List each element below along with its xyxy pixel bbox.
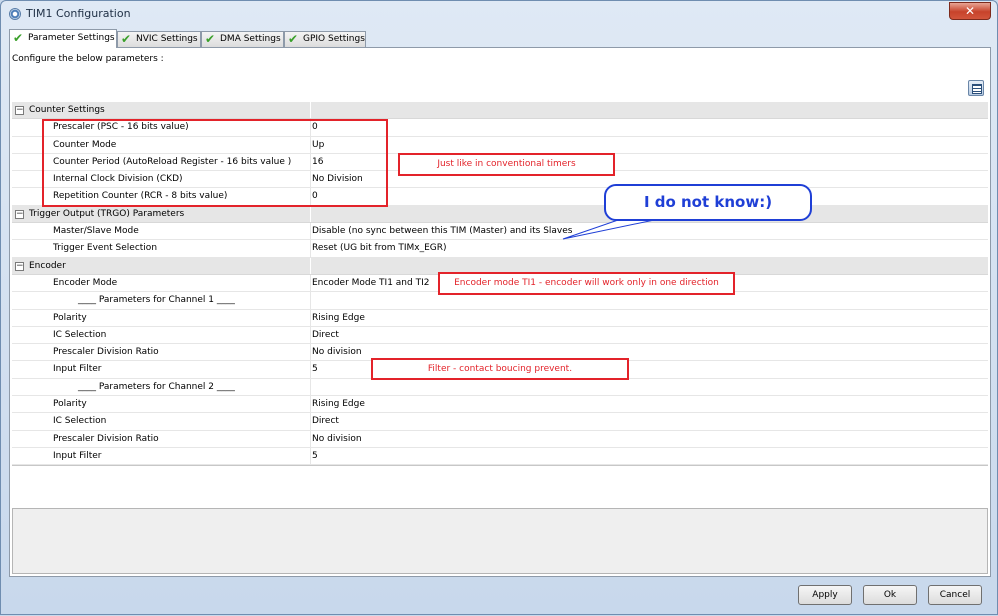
column-divider	[310, 102, 311, 119]
property-row-ch1-polarity[interactable]: Polarity Rising Edge	[12, 309, 988, 327]
property-name: ____ Parameters for Channel 1 ____	[78, 295, 235, 306]
tab-label: DMA Settings	[220, 34, 281, 44]
property-value[interactable]: Rising Edge	[312, 399, 365, 409]
property-name: Input Filter	[53, 450, 102, 461]
property-row-master-slave-mode[interactable]: Master/Slave Mode Disable (no sync betwee…	[12, 223, 988, 241]
check-icon: ✔	[205, 32, 216, 46]
column-divider	[310, 396, 311, 413]
property-value[interactable]: Direct	[312, 330, 339, 340]
tab-dma-settings[interactable]: ✔ DMA Settings	[201, 31, 284, 47]
property-name: Prescaler Division Ratio	[53, 433, 159, 444]
category-title: Counter Settings	[29, 105, 105, 115]
property-value[interactable]: 5	[312, 451, 318, 461]
annotation-timers-note: Just like in conventional timers	[398, 153, 615, 176]
property-name: IC Selection	[53, 329, 107, 340]
property-name: Input Filter	[53, 364, 102, 375]
close-button[interactable]: ✕	[949, 2, 991, 20]
property-row-trigger-event[interactable]: Trigger Event Selection Reset (UG bit fro…	[12, 240, 988, 258]
category-title: Trigger Output (TRGO) Parameters	[29, 208, 185, 219]
property-row-ch2-input-filter[interactable]: Input Filter 5	[12, 447, 988, 465]
column-divider	[310, 274, 311, 292]
property-value[interactable]: No division	[312, 347, 362, 357]
column-divider	[310, 223, 311, 240]
property-value[interactable]: Reset (UG bit from TIMx_EGR)	[312, 243, 447, 253]
title-bar[interactable]: TIM1 Configuration ✕	[1, 1, 997, 27]
property-row-ch2-polarity[interactable]: Polarity Rising Edge	[12, 396, 988, 414]
column-divider	[310, 413, 311, 430]
column-divider	[310, 205, 311, 223]
apply-button[interactable]: Apply	[798, 585, 852, 605]
tab-nvic-settings[interactable]: ✔ NVIC Settings	[117, 31, 201, 47]
column-divider	[310, 326, 311, 344]
ok-button[interactable]: Ok	[863, 585, 917, 605]
tab-gpio-settings[interactable]: ✔ GPIO Settings	[284, 31, 366, 47]
callout-bubble: I do not know:)	[604, 184, 812, 221]
tab-label: GPIO Settings	[303, 34, 365, 44]
tab-parameter-settings[interactable]: ✔ Parameter Settings	[9, 29, 117, 48]
column-divider	[310, 378, 311, 396]
property-name: Encoder Mode	[53, 277, 118, 288]
tim1-configuration-dialog: TIM1 Configuration ✕ ✔ Parameter Setting…	[0, 0, 998, 615]
collapse-icon[interactable]: −	[15, 106, 24, 115]
property-value[interactable]: No division	[312, 434, 362, 444]
category-counter-settings[interactable]: − Counter Settings	[12, 102, 988, 120]
check-icon: ✔	[288, 32, 299, 46]
toggle-description-icon[interactable]	[968, 80, 984, 96]
annotation-encoder-note: Encoder mode TI1 - encoder will work onl…	[438, 272, 735, 295]
column-divider	[310, 240, 311, 257]
property-value[interactable]: Direct	[312, 416, 339, 426]
column-divider	[310, 344, 311, 361]
property-value[interactable]: Rising Edge	[312, 313, 365, 323]
column-divider	[310, 292, 311, 309]
window-title: TIM1 Configuration	[26, 7, 131, 20]
property-name: Polarity	[53, 312, 87, 323]
property-value[interactable]: 5	[312, 364, 318, 374]
property-row-ch1-ic-selection[interactable]: IC Selection Direct	[12, 326, 988, 345]
property-name: Polarity	[53, 399, 87, 410]
property-value[interactable]: Encoder Mode TI1 and TI2	[312, 278, 429, 288]
description-area	[12, 508, 988, 574]
property-name: ____ Parameters for Channel 2 ____	[78, 381, 235, 392]
panel-intro: Configure the below parameters :	[12, 54, 164, 64]
check-icon: ✔	[13, 31, 24, 45]
app-gear-icon	[9, 8, 21, 20]
property-name: IC Selection	[53, 416, 107, 427]
section-label-channel-2: ____ Parameters for Channel 2 ____	[12, 378, 988, 397]
property-name: Master/Slave Mode	[53, 226, 139, 237]
tab-label: NVIC Settings	[136, 34, 198, 44]
column-divider	[310, 361, 311, 378]
property-value[interactable]: Disable (no sync between this TIM (Maste…	[312, 226, 572, 236]
category-title: Encoder	[29, 260, 66, 271]
column-divider	[310, 447, 311, 465]
column-divider	[310, 309, 311, 326]
property-row-ch2-prescaler-ratio[interactable]: Prescaler Division Ratio No division	[12, 430, 988, 448]
column-divider	[310, 257, 311, 274]
counter-settings-highlight	[42, 119, 388, 207]
property-name: Trigger Event Selection	[53, 243, 158, 254]
column-divider	[310, 430, 311, 447]
property-name: Prescaler Division Ratio	[53, 347, 159, 358]
property-row-ch2-ic-selection[interactable]: IC Selection Direct	[12, 413, 988, 431]
check-icon: ✔	[121, 32, 132, 46]
category-trigger-output[interactable]: − Trigger Output (TRGO) Parameters	[12, 205, 988, 224]
collapse-icon[interactable]: −	[15, 209, 24, 219]
annotation-filter-note: Filter - contact boucing prevent.	[371, 358, 629, 380]
cancel-button[interactable]: Cancel	[928, 585, 982, 605]
tab-label: Parameter Settings	[28, 33, 115, 43]
collapse-icon[interactable]: −	[15, 261, 24, 271]
